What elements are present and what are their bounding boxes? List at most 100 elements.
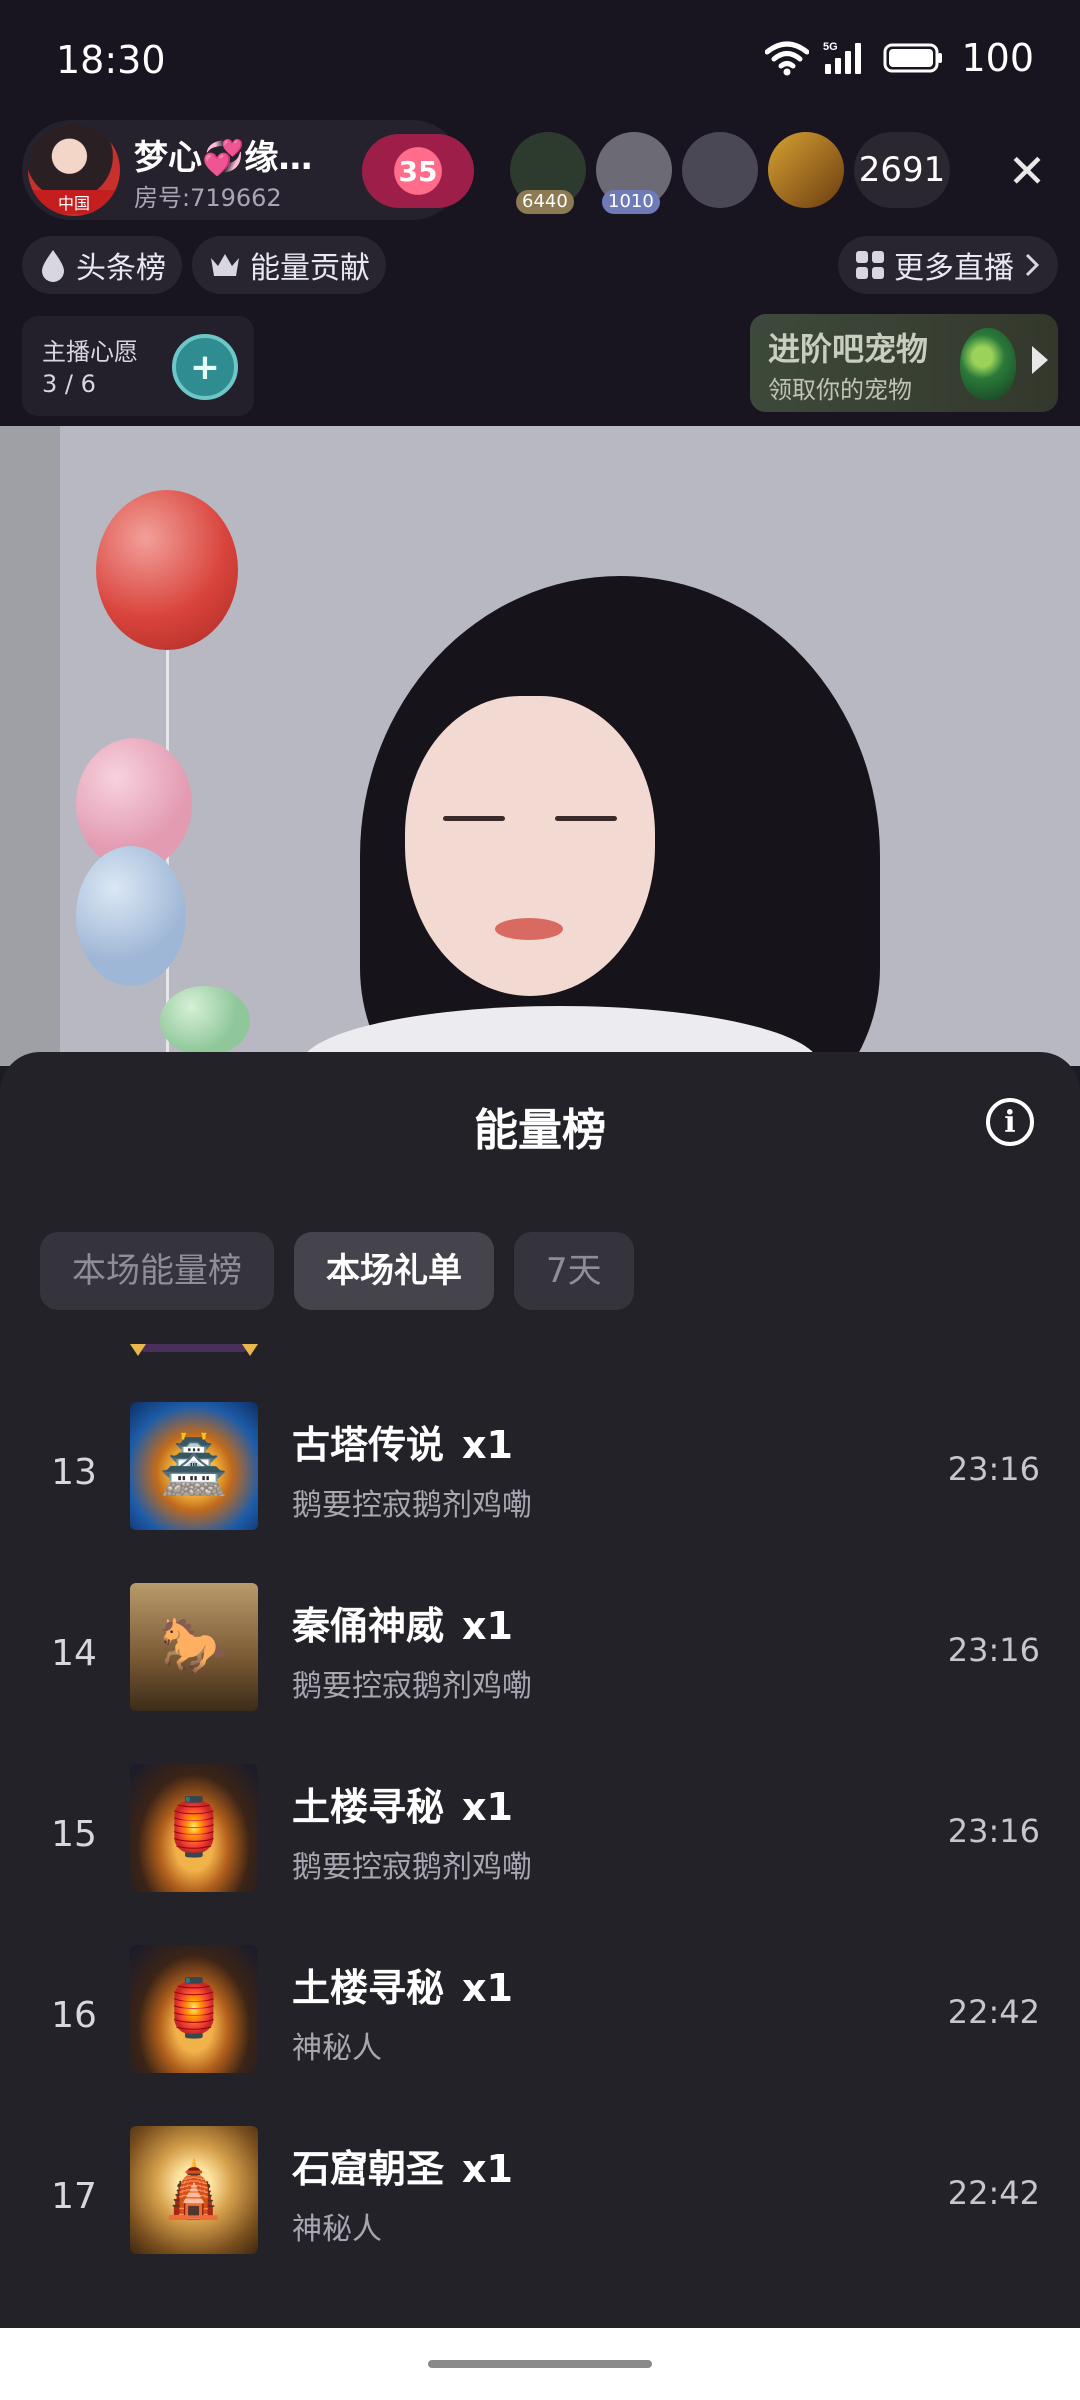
gift-name: 石窟朝圣 — [292, 2147, 445, 2191]
gift-time: 23:16 — [947, 1450, 1040, 1488]
sheet-title: 能量榜 — [474, 1105, 606, 1156]
home-indicator[interactable] — [428, 2360, 652, 2368]
drop-icon — [42, 250, 64, 282]
gift-time: 23:16 — [947, 1631, 1040, 1669]
energy-contribution-label: 能量贡献 — [250, 251, 370, 286]
chevron-right-icon — [1025, 253, 1040, 277]
pet-banner-title: 进阶吧宠物 — [768, 330, 929, 368]
rank-number: 16 — [51, 1995, 97, 2036]
fan-level: 35 — [398, 154, 438, 188]
gift-name: 秦俑神威 — [292, 1604, 445, 1648]
gift-name: 古塔传说 — [292, 1423, 445, 1467]
wish-title: 主播心愿 — [42, 338, 138, 366]
viewer-avatar[interactable] — [768, 132, 844, 208]
gift-name-line: 土楼寻秘 x1 — [292, 1776, 513, 1831]
gift-thumbnail: 🐎 — [130, 1583, 258, 1711]
viewer-level-badge: 6440 — [516, 190, 574, 214]
live-header: 中国 梦心💞缘… 房号:719662 35 6440 1010 2691 ✕ 头… — [0, 120, 1080, 426]
previous-row-bar — [142, 1344, 246, 1352]
viewer-avatar[interactable]: 1010 — [596, 132, 672, 214]
gift-name: 土楼寻秘 — [292, 1785, 445, 1829]
green-balloon — [160, 986, 250, 1056]
energy-contribution-chip[interactable]: 能量贡献 — [192, 236, 386, 294]
person-face — [405, 696, 655, 996]
avatar-tag: 中国 — [28, 190, 120, 214]
buddha-icon: 🛕 — [159, 2157, 229, 2222]
viewer-avatar[interactable] — [682, 132, 758, 208]
rank-number: 13 — [51, 1452, 97, 1493]
pet-banner[interactable]: 进阶吧宠物 领取你的宠物 — [750, 314, 1058, 412]
status-bar: 18:30 5G 100 — [0, 0, 1080, 120]
list-item[interactable]: 16 🏮 土楼寻秘 x1 神秘人 22:42 — [0, 1945, 1080, 2126]
plus-icon: + — [172, 334, 238, 400]
sender-name: 鹅要控寂鹅剂鸡嘞 — [292, 1850, 532, 1885]
tab-seven-days[interactable]: 7天 — [514, 1232, 634, 1310]
gift-time: 22:42 — [947, 2174, 1040, 2212]
warrior-icon: 🐎 — [159, 1614, 229, 1679]
sender-name: 鹅要控寂鹅剂鸡嘞 — [292, 1669, 532, 1704]
rank-number: 17 — [51, 2176, 97, 2217]
decor-triangle — [242, 1344, 258, 1356]
list-item[interactable]: 14 🐎 秦俑神威 x1 鹅要控寂鹅剂鸡嘞 23:16 — [0, 1583, 1080, 1764]
previous-row-edge — [130, 1344, 258, 1362]
wifi-icon — [765, 41, 810, 76]
viewer-count[interactable]: 2691 — [854, 132, 950, 208]
lips — [495, 918, 563, 940]
pet-egg-icon — [960, 328, 1016, 400]
gift-name-line: 土楼寻秘 x1 — [292, 1957, 513, 2012]
gift-name-line: 古塔传说 x1 — [292, 1414, 513, 1469]
anchor-avatar[interactable]: 中国 — [28, 124, 120, 216]
viewer-list: 6440 1010 2691 — [510, 132, 950, 214]
gift-quantity: x1 — [462, 1423, 513, 1467]
left-eye — [443, 816, 505, 821]
gift-thumbnail: 🏯 — [130, 1402, 258, 1530]
sender-name: 神秘人 — [292, 2031, 382, 2066]
anchor-info[interactable]: 中国 梦心💞缘… 房号:719662 35 — [22, 120, 474, 220]
play-arrow-icon — [1032, 346, 1048, 374]
sender-name: 鹅要控寂鹅剂鸡嘞 — [292, 1488, 532, 1523]
viewer-avatar[interactable]: 6440 — [510, 132, 586, 214]
battery-level: 100 — [961, 36, 1034, 80]
tab-session-gifts[interactable]: 本场礼单 — [294, 1232, 494, 1310]
gift-quantity: x1 — [462, 1785, 513, 1829]
gift-list: 13 🏯 古塔传说 x1 鹅要控寂鹅剂鸡嘞 23:16 14 🐎 秦俑神威 x1 鹅… — [0, 1402, 1080, 2307]
sender-name: 神秘人 — [292, 2212, 382, 2247]
gift-thumbnail: 🏮 — [130, 1764, 258, 1892]
blue-balloon — [76, 846, 186, 986]
gift-thumbnail: 🏮 — [130, 1945, 258, 2073]
tulou-icon: 🏮 — [159, 1795, 229, 1860]
info-icon[interactable]: i — [986, 1098, 1034, 1146]
rank-number: 14 — [51, 1633, 97, 1674]
list-item[interactable]: 15 🏮 土楼寻秘 x1 鹅要控寂鹅剂鸡嘞 23:16 — [0, 1764, 1080, 1945]
energy-rank-sheet: 能量榜 i 本场能量榜 本场礼单 7天 13 🏯 古塔传说 x1 鹅要控寂鹅剂鸡嘞… — [0, 1052, 1080, 2328]
fan-club-badge[interactable]: 35 — [362, 134, 474, 208]
list-item[interactable]: 13 🏯 古塔传说 x1 鹅要控寂鹅剂鸡嘞 23:16 — [0, 1402, 1080, 1583]
anchor-wish[interactable]: 主播心愿 3 / 6 + — [22, 316, 254, 416]
headline-rank-chip[interactable]: 头条榜 — [22, 236, 182, 294]
gift-name-line: 秦俑神威 x1 — [292, 1595, 513, 1650]
gift-name: 土楼寻秘 — [292, 1966, 445, 2010]
gift-time: 23:16 — [947, 1812, 1040, 1850]
gift-name-line: 石窟朝圣 x1 — [292, 2138, 513, 2193]
room-number: 房号:719662 — [134, 184, 282, 212]
signal-icon: 5G — [823, 41, 862, 74]
list-item[interactable]: 17 🛕 石窟朝圣 x1 神秘人 22:42 — [0, 2126, 1080, 2307]
pagoda-icon: 🏯 — [159, 1433, 229, 1498]
gift-thumbnail: 🛕 — [130, 2126, 258, 2254]
crown-icon — [211, 254, 239, 276]
more-live-label: 更多直播 — [894, 251, 1014, 286]
red-balloon — [96, 490, 238, 650]
navigation-bar — [0, 2328, 1080, 2400]
gift-quantity: x1 — [462, 2147, 513, 2191]
battery-icon — [883, 43, 943, 73]
tulou-icon: 🏮 — [159, 1976, 229, 2041]
rank-tabs: 本场能量榜 本场礼单 7天 — [40, 1232, 634, 1310]
gift-quantity: x1 — [462, 1966, 513, 2010]
live-video[interactable] — [0, 426, 1080, 1066]
status-time: 18:30 — [56, 38, 166, 82]
svg-text:5G: 5G — [823, 41, 838, 53]
tab-session-energy[interactable]: 本场能量榜 — [40, 1232, 274, 1310]
more-live-chip[interactable]: 更多直播 — [838, 236, 1058, 294]
close-icon[interactable]: ✕ — [1002, 146, 1052, 196]
gift-time: 22:42 — [947, 1993, 1040, 2031]
